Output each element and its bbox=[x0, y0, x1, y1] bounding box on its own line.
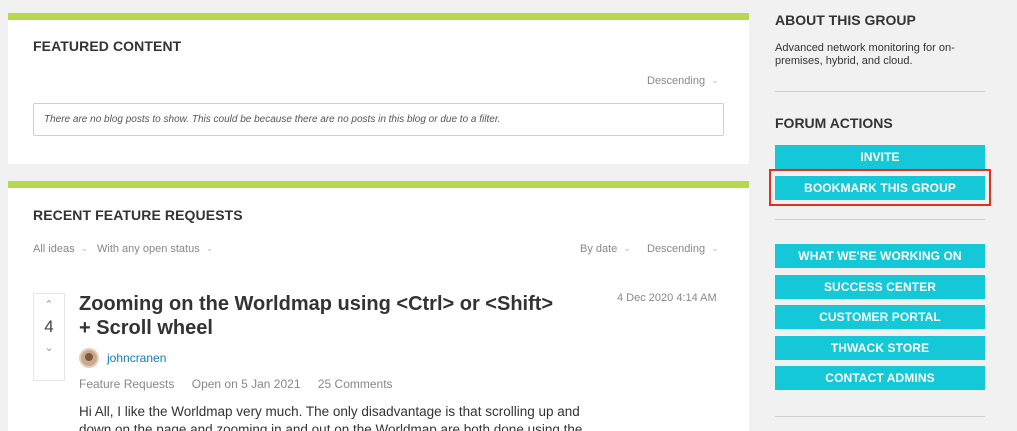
avatar[interactable] bbox=[79, 348, 99, 368]
featured-sort-label: Descending bbox=[647, 75, 706, 87]
forum-actions-heading: FORUM ACTIONS bbox=[775, 115, 893, 131]
about-group-text: Advanced network monitoring for on-premi… bbox=[775, 42, 955, 67]
contact-admins-button[interactable]: CONTACT ADMINS bbox=[775, 366, 985, 390]
chevron-down-icon: ⌄ bbox=[80, 243, 89, 253]
post-comments[interactable]: 25 Comments bbox=[318, 377, 393, 391]
post-date: 4 Dec 2020 4:14 AM bbox=[617, 292, 717, 304]
post-meta: Feature Requests Open on 5 Jan 2021 25 C… bbox=[79, 377, 407, 391]
post-excerpt: Hi All, I like the Worldmap very much. T… bbox=[79, 404, 583, 431]
divider bbox=[775, 91, 985, 92]
featured-content-card: FEATURED CONTENT Descending ⌄ There are n… bbox=[8, 13, 749, 164]
recent-feature-requests-title: RECENT FEATURE REQUESTS bbox=[33, 207, 243, 223]
what-were-working-on-button[interactable]: WHAT WE'RE WORKING ON bbox=[775, 244, 985, 268]
author-name-link[interactable]: johncranen bbox=[107, 351, 166, 365]
post-status: Open on 5 Jan 2021 bbox=[191, 377, 301, 391]
sort-by-dropdown[interactable]: By date ⌄ bbox=[580, 243, 631, 255]
bookmark-group-button[interactable]: BOOKMARK THIS GROUP bbox=[775, 176, 985, 200]
post-title-link[interactable]: Zooming on the Worldmap using <Ctrl> or … bbox=[79, 292, 569, 340]
post-category[interactable]: Feature Requests bbox=[79, 377, 174, 391]
success-center-button[interactable]: SUCCESS CENTER bbox=[775, 275, 985, 299]
divider bbox=[775, 219, 985, 220]
chevron-down-icon: ⌄ bbox=[205, 243, 214, 253]
empty-blog-message: There are no blog posts to show. This co… bbox=[33, 103, 724, 136]
ideas-filter-label: All ideas bbox=[33, 243, 75, 255]
post-author[interactable]: johncranen bbox=[79, 348, 166, 368]
thwack-store-button[interactable]: THWACK STORE bbox=[775, 336, 985, 360]
recent-feature-requests-card: RECENT FEATURE REQUESTS All ideas ⌄ With … bbox=[8, 181, 749, 431]
status-filter-dropdown[interactable]: With any open status ⌄ bbox=[97, 243, 213, 255]
sort-order-dropdown[interactable]: Descending ⌄ bbox=[647, 243, 719, 255]
divider bbox=[775, 416, 985, 417]
about-group-heading: ABOUT THIS GROUP bbox=[775, 12, 916, 28]
chevron-down-icon: ⌄ bbox=[711, 75, 719, 85]
vote-count: 4 bbox=[44, 317, 54, 336]
chevron-down-icon: ⌄ bbox=[623, 243, 631, 253]
sort-by-label: By date bbox=[580, 243, 618, 255]
invite-button[interactable]: INVITE bbox=[775, 145, 985, 169]
upvote-icon[interactable]: ⌃ bbox=[34, 298, 64, 311]
status-filter-label: With any open status bbox=[97, 243, 200, 255]
sort-order-label: Descending bbox=[647, 243, 706, 255]
vote-widget: ⌃ 4 ⌄ bbox=[33, 293, 65, 381]
ideas-filter-dropdown[interactable]: All ideas ⌄ bbox=[33, 243, 88, 255]
customer-portal-button[interactable]: CUSTOMER PORTAL bbox=[775, 305, 985, 329]
chevron-down-icon: ⌄ bbox=[711, 243, 719, 253]
downvote-icon[interactable]: ⌄ bbox=[34, 341, 64, 354]
featured-sort-dropdown[interactable]: Descending ⌄ bbox=[647, 75, 719, 87]
featured-content-title: FEATURED CONTENT bbox=[33, 38, 182, 54]
